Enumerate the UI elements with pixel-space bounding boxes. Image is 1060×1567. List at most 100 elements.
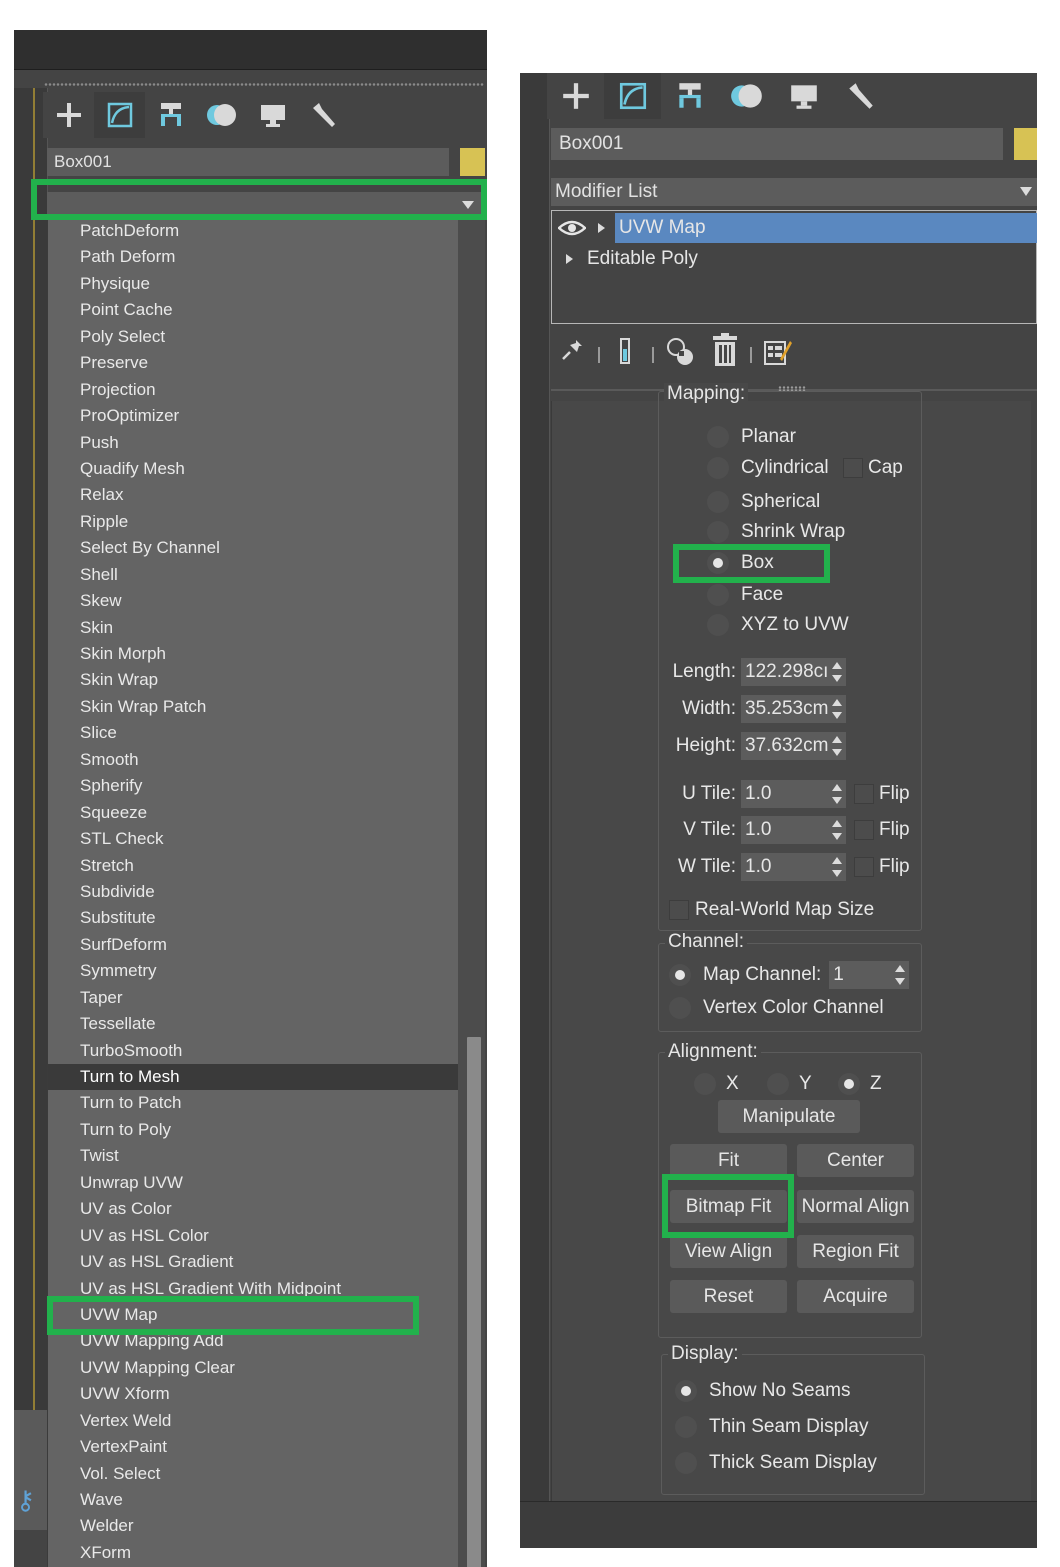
modifier-item[interactable]: Vol. Select [48, 1461, 458, 1487]
modifier-item[interactable]: UV as HSL Gradient [48, 1249, 458, 1275]
spinner-arrows-icon[interactable] [831, 735, 843, 757]
modifier-item[interactable]: Ripple [48, 509, 458, 535]
stack-item-uvw-map[interactable]: UVW Map [552, 213, 1037, 243]
manipulate-button[interactable]: Manipulate [718, 1100, 860, 1133]
hierarchy-tab[interactable] [145, 92, 196, 138]
radio-thin-seam[interactable] [675, 1416, 697, 1438]
modifier-item[interactable]: UV as HSL Gradient With Midpoint [48, 1276, 458, 1302]
cap-checkbox-row[interactable]: Cap [843, 453, 903, 483]
align-x[interactable]: X [694, 1069, 739, 1099]
modifier-item[interactable]: XForm [48, 1540, 458, 1566]
modifier-item[interactable]: Substitute [48, 905, 458, 931]
scrollbar-thumb[interactable] [467, 1037, 481, 1567]
real-world-checkbox[interactable] [669, 900, 689, 920]
mapping-xyz-to-uvw[interactable]: XYZ to UVW [707, 610, 849, 640]
map-channel-row[interactable]: Map Channel: 1 [669, 960, 910, 990]
mapping-face[interactable]: Face [707, 580, 783, 610]
modify-tab[interactable] [94, 92, 145, 138]
modifier-item[interactable]: Vertex Weld [48, 1408, 458, 1434]
modifier-item[interactable]: Subdivide [48, 879, 458, 905]
view-align-button[interactable]: View Align [670, 1235, 787, 1268]
modifier-item[interactable]: Turn to Patch [48, 1090, 458, 1116]
radio-planar[interactable] [707, 426, 729, 448]
modifier-item[interactable]: Taper [48, 985, 458, 1011]
display-tab[interactable] [247, 92, 298, 138]
modifier-item[interactable]: Squeeze [48, 800, 458, 826]
spinner-arrows-icon[interactable] [831, 819, 843, 841]
height-spinner[interactable]: 37.632cm [741, 732, 846, 760]
object-color-swatch[interactable] [460, 148, 485, 176]
modifier-item[interactable]: Turn to Mesh [48, 1064, 458, 1091]
modifier-item[interactable]: Symmetry [48, 958, 458, 984]
motion-tab[interactable] [718, 73, 775, 119]
modifier-item[interactable]: Tessellate [48, 1011, 458, 1037]
modify-tab[interactable] [604, 73, 661, 119]
radio-thick-seam[interactable] [675, 1452, 697, 1474]
radio-face[interactable] [707, 584, 729, 606]
make-unique-icon[interactable] [665, 337, 697, 367]
modifier-item[interactable]: Physique [48, 271, 458, 297]
modifier-item[interactable]: UVW Mapping Clear [48, 1355, 458, 1381]
motion-tab[interactable] [196, 92, 247, 138]
modifier-item[interactable]: STL Check [48, 826, 458, 852]
real-world-row[interactable]: Real-World Map Size [669, 895, 874, 925]
align-y[interactable]: Y [767, 1069, 812, 1099]
mapping-box[interactable]: Box [707, 548, 774, 578]
thick-seam-display[interactable]: Thick Seam Display [675, 1448, 877, 1478]
modifier-list-dropdown[interactable] [47, 192, 483, 218]
expand-arrow-icon[interactable] [566, 254, 573, 264]
thin-seam-display[interactable]: Thin Seam Display [675, 1412, 868, 1442]
key-icon[interactable]: ⚷ [16, 1485, 35, 1516]
map-channel-spinner[interactable]: 1 [829, 961, 910, 989]
radio-box[interactable] [707, 552, 729, 574]
modifier-item[interactable]: Skin Wrap Patch [48, 694, 458, 720]
reset-button[interactable]: Reset [670, 1280, 787, 1313]
radio-xyz-to-uvw[interactable] [707, 614, 729, 636]
modifier-item[interactable]: Projection [48, 377, 458, 403]
modifier-item[interactable]: ProOptimizer [48, 403, 458, 429]
modifier-item[interactable]: Skew [48, 588, 458, 614]
align-z[interactable]: Z [838, 1069, 882, 1099]
modifier-item[interactable]: SurfDeform [48, 932, 458, 958]
modifier-item[interactable]: Select By Channel [48, 535, 458, 561]
modifier-item[interactable]: Point Cache [48, 297, 458, 323]
pin-stack-icon[interactable] [559, 337, 585, 363]
object-color-swatch[interactable] [1014, 128, 1037, 160]
modifier-item[interactable]: Shell [48, 562, 458, 588]
v-flip-checkbox[interactable] [854, 820, 874, 840]
radio-shrink-wrap[interactable] [707, 521, 729, 543]
radio-cylindrical[interactable] [707, 457, 729, 479]
modifier-item[interactable]: Quadify Mesh [48, 456, 458, 482]
vertex-color-row[interactable]: Vertex Color Channel [669, 993, 884, 1023]
w-flip-checkbox[interactable] [854, 857, 874, 877]
modifier-item[interactable]: Push [48, 430, 458, 456]
modifier-item[interactable]: Spherify [48, 773, 458, 799]
modifier-item[interactable]: UVW Xform [48, 1381, 458, 1407]
mapping-shrink-wrap[interactable]: Shrink Wrap [707, 517, 845, 547]
show-no-seams[interactable]: Show No Seams [675, 1376, 851, 1406]
modifier-item[interactable]: Poly Select [48, 324, 458, 350]
modifier-item[interactable]: Twist [48, 1143, 458, 1169]
spinner-arrows-icon[interactable] [831, 698, 843, 720]
modifier-item[interactable]: Welder [48, 1513, 458, 1539]
create-tab[interactable] [43, 92, 94, 138]
radio-show-no-seams[interactable] [675, 1380, 697, 1402]
modifier-item[interactable]: UVW Mapping Add [48, 1328, 458, 1354]
modifier-item[interactable]: Turn to Poly [48, 1117, 458, 1143]
bitmap-fit-button[interactable]: Bitmap Fit [670, 1190, 787, 1223]
modifier-item[interactable]: Relax [48, 482, 458, 508]
hierarchy-tab[interactable] [661, 73, 718, 119]
stack-item-editable-poly[interactable]: Editable Poly [552, 244, 1037, 274]
modifier-item[interactable]: VertexPaint [48, 1434, 458, 1460]
radio-y[interactable] [767, 1073, 789, 1095]
modifier-item[interactable]: Skin Wrap [48, 667, 458, 693]
utilities-tab[interactable] [832, 73, 889, 119]
modifier-item[interactable]: Skin [48, 615, 458, 641]
mapping-planar[interactable]: Planar [707, 422, 796, 452]
radio-map-channel[interactable] [669, 964, 691, 986]
show-end-result-icon[interactable] [617, 337, 633, 367]
normal-align-button[interactable]: Normal Align [797, 1190, 914, 1223]
radio-x[interactable] [694, 1073, 716, 1095]
modifier-item[interactable]: Preserve [48, 350, 458, 376]
spinner-arrows-icon[interactable] [894, 964, 906, 986]
